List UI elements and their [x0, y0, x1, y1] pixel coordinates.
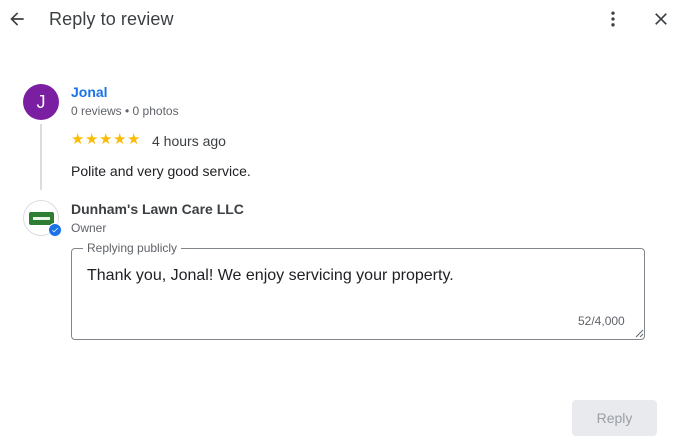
character-counter: 52/4,000	[578, 314, 625, 328]
arrow-back-icon	[10, 12, 24, 26]
reviewer-name[interactable]: Jonal	[71, 84, 108, 100]
avatar-letter: J	[36, 91, 46, 112]
reply-textarea[interactable]	[71, 248, 645, 340]
business-logo	[23, 200, 62, 237]
page-title: Reply to review	[49, 9, 174, 29]
star-icon: ★	[71, 131, 85, 148]
business-name: Dunham's Lawn Care LLC	[71, 201, 244, 217]
verified-check-icon	[52, 227, 58, 233]
reply-field-label: Replying publicly	[83, 241, 182, 255]
star-rating: ★ ★ ★ ★ ★	[71, 132, 141, 148]
resize-handle-icon[interactable]	[634, 328, 644, 338]
owner-role: Owner	[71, 221, 107, 235]
logo-graphic	[29, 212, 54, 225]
review-text: Polite and very good service.	[71, 163, 251, 179]
star-icon: ★	[99, 131, 113, 148]
reply-text-value[interactable]: Thank you, Jonal! We enjoy servicing you…	[87, 267, 454, 285]
verified-badge	[48, 223, 62, 237]
more-vert-icon	[611, 11, 615, 27]
back-button[interactable]	[3, 5, 31, 33]
star-icon: ★	[127, 131, 141, 148]
star-icon: ★	[85, 131, 99, 148]
thread-connector-line	[40, 124, 42, 190]
reviewer-meta: 0 reviews • 0 photos	[71, 104, 179, 118]
header-bar: Reply to review	[0, 0, 679, 38]
close-icon	[655, 13, 667, 25]
review-time: 4 hours ago	[152, 133, 226, 149]
more-options-button[interactable]	[599, 5, 627, 33]
star-icon: ★	[113, 131, 127, 148]
reviewer-avatar[interactable]: J	[23, 84, 59, 120]
close-button[interactable]	[647, 5, 675, 33]
reply-button[interactable]: Reply	[572, 400, 657, 436]
